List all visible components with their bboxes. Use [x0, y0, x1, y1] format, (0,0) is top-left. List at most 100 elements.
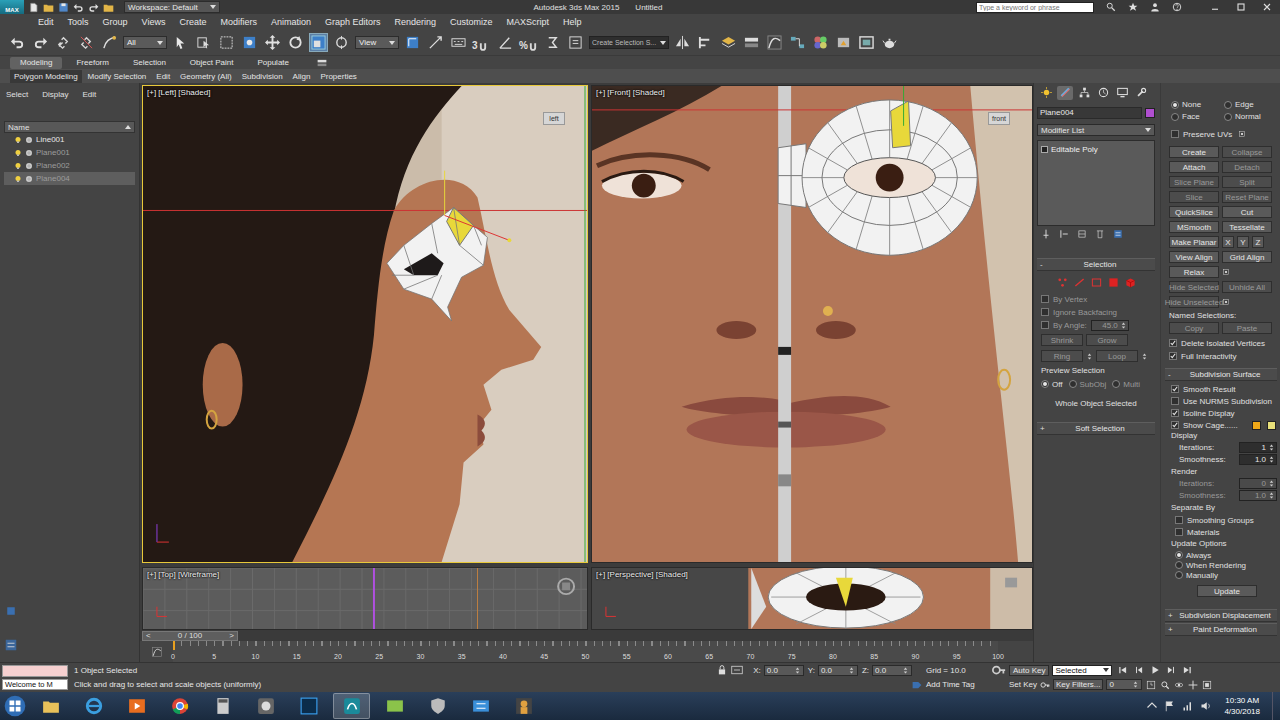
button[interactable]: QuickSlice — [1169, 206, 1219, 218]
button[interactable]: View Align — [1169, 251, 1219, 263]
set-key-button[interactable]: Set Key — [1009, 680, 1037, 689]
update-button[interactable]: Update — [1197, 585, 1257, 597]
radio-button[interactable] — [1175, 551, 1183, 559]
light-bulb-icon[interactable] — [14, 149, 22, 157]
rollout-header[interactable]: -Subdivision Surface — [1165, 368, 1277, 381]
toolbar-button[interactable] — [171, 33, 190, 52]
cage-color-swatch[interactable] — [1252, 421, 1261, 430]
button[interactable]: Grid Align — [1222, 251, 1272, 263]
viewport[interactable]: [+] [Front] [Shaded]front — [591, 85, 1033, 563]
toolbar-button[interactable] — [240, 33, 259, 52]
menu-item[interactable]: Edit — [31, 17, 61, 27]
rollout-sign[interactable]: - — [1040, 260, 1048, 269]
toolbar-button[interactable] — [788, 33, 807, 52]
button[interactable]: MSmooth — [1169, 221, 1219, 233]
ribbon-panel[interactable]: Align — [289, 70, 315, 83]
checkbox-row[interactable]: By Vertex — [1041, 293, 1155, 305]
redo-icon[interactable] — [88, 2, 99, 13]
make-unique-icon[interactable] — [1077, 229, 1087, 239]
favorites-icon[interactable] — [1128, 2, 1138, 12]
stack-item[interactable]: Editable Poly — [1041, 144, 1151, 155]
command-tab[interactable] — [1095, 86, 1111, 100]
radio-button[interactable] — [1175, 561, 1183, 569]
close-icon[interactable] — [1261, 1, 1273, 13]
taskbar-button[interactable] — [419, 693, 456, 719]
checkbox[interactable] — [1175, 516, 1183, 524]
menu-item[interactable]: Customize — [443, 17, 500, 27]
toolbar-button[interactable] — [857, 33, 876, 52]
command-tab[interactable] — [1076, 86, 1092, 100]
next-frame-icon[interactable] — [1166, 665, 1176, 675]
search-field[interactable] — [976, 2, 1094, 13]
toolbar-button[interactable] — [719, 33, 738, 52]
ribbon-panel[interactable]: Edit — [152, 70, 174, 83]
sign-in-icon[interactable] — [1150, 2, 1160, 12]
taskbar-button[interactable] — [161, 693, 198, 719]
listener-output[interactable]: Welcome to M — [2, 679, 68, 691]
radio-button[interactable] — [1224, 101, 1232, 109]
button[interactable]: Cut — [1222, 206, 1272, 218]
subobject-level[interactable] — [1056, 276, 1069, 289]
button[interactable]: X — [1222, 236, 1234, 248]
checkbox-row[interactable]: Delete Isolated Vertices — [1165, 337, 1277, 349]
checkbox-row[interactable]: Preserve UVs — [1171, 128, 1232, 140]
toolbar-button[interactable] — [77, 33, 96, 52]
object-color-swatch[interactable] — [1145, 108, 1155, 118]
viewport-label[interactable]: [+] [Top] [Wireframe] — [147, 570, 219, 579]
toolbar-button[interactable] — [566, 33, 585, 52]
maximize-viewport-icon[interactable] — [1202, 680, 1212, 690]
toolbar-button[interactable] — [742, 33, 761, 52]
spinner-field[interactable]: 1.0 — [1239, 454, 1277, 465]
light-bulb-icon[interactable] — [14, 136, 22, 144]
radio-button[interactable] — [1175, 571, 1183, 579]
radio-button[interactable] — [1171, 113, 1179, 121]
show-desktop-button[interactable] — [1272, 692, 1280, 720]
freeze-icon[interactable] — [25, 136, 33, 144]
view-cube[interactable]: front — [988, 112, 1010, 125]
button[interactable]: Relax — [1169, 266, 1219, 278]
command-tab[interactable] — [1038, 86, 1054, 100]
toolbar-button[interactable] — [286, 33, 305, 52]
checkbox[interactable] — [1175, 528, 1183, 536]
rollout-sign[interactable]: + — [1040, 424, 1048, 433]
radio-row[interactable]: When Rendering — [1171, 560, 1277, 570]
rollout-sign[interactable]: + — [1168, 625, 1176, 634]
selection-lock-icon[interactable] — [717, 665, 727, 675]
menu-item[interactable]: Animation — [264, 17, 318, 27]
checkbox-row[interactable]: Smoothing Groups — [1171, 514, 1277, 526]
play-icon[interactable] — [1150, 665, 1160, 675]
new-file-icon[interactable] — [28, 2, 39, 13]
toolbar-button[interactable] — [673, 33, 692, 52]
taskbar-button[interactable] — [247, 693, 284, 719]
freeze-icon[interactable] — [25, 149, 33, 157]
undo-icon[interactable] — [73, 2, 84, 13]
checkbox[interactable] — [1041, 321, 1049, 329]
button[interactable]: Tessellate — [1222, 221, 1272, 233]
snap-toggle[interactable]: 3 — [472, 34, 492, 52]
binoculars-icon[interactable] — [1106, 2, 1116, 12]
radio-row[interactable]: Manually — [1171, 570, 1277, 580]
taskbar-button[interactable] — [376, 693, 413, 719]
subobject-level[interactable] — [1073, 276, 1086, 289]
ribbon-panel[interactable]: Modify Selection — [84, 70, 151, 83]
toolbar-button[interactable] — [496, 33, 515, 52]
menu-item[interactable]: Group — [96, 17, 135, 27]
checkbox[interactable] — [1169, 339, 1177, 347]
radio-row[interactable]: Edge — [1224, 99, 1277, 110]
checkbox-row[interactable]: Use NURMS Subdivision — [1171, 395, 1277, 407]
rollout-title[interactable]: Subdivision Surface — [1176, 370, 1274, 379]
checkbox-row[interactable]: Ignore Backfacing — [1041, 306, 1155, 318]
radio-button[interactable] — [1069, 380, 1077, 388]
go-to-start-icon[interactable] — [1118, 665, 1128, 675]
button[interactable]: Y — [1237, 236, 1249, 248]
selection-filter-dropdown[interactable]: All — [123, 36, 167, 49]
toolbar-button[interactable] — [194, 33, 213, 52]
checkbox[interactable] — [1041, 308, 1049, 316]
checkbox-row[interactable]: By Angle: — [1041, 319, 1087, 331]
radio-row[interactable]: Face — [1171, 111, 1224, 122]
rollout-sign[interactable]: - — [1168, 370, 1176, 379]
remove-modifier-icon[interactable] — [1095, 229, 1105, 239]
checkbox-row[interactable]: Show Cage...... — [1171, 419, 1277, 431]
viewport[interactable]: [+] [Perspective] [Shaded] — [591, 567, 1033, 630]
toolbar-button[interactable] — [263, 33, 282, 52]
